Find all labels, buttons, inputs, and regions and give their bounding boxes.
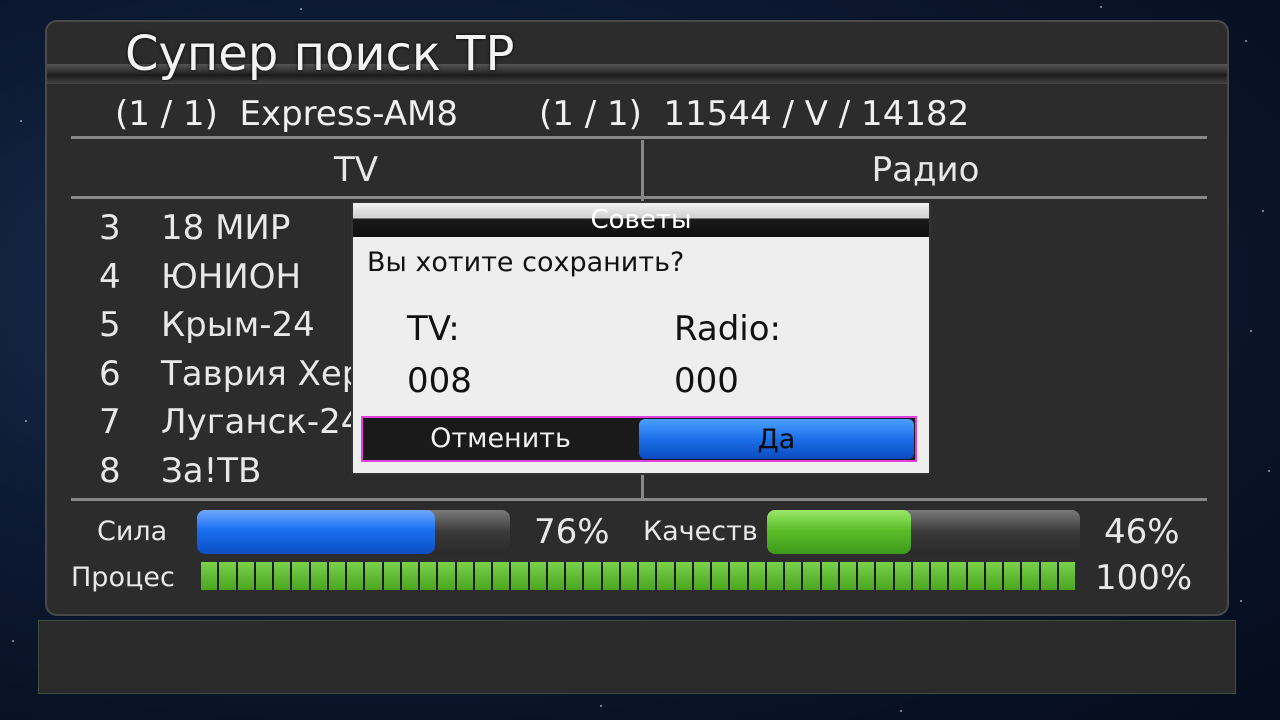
- strength-percent: 76%: [534, 512, 610, 552]
- progress-segment: [785, 562, 802, 590]
- channel-name: Крым-24: [161, 305, 315, 345]
- progress-segment: [511, 562, 528, 590]
- progress-segment: [675, 562, 692, 590]
- progress-segment: [1040, 562, 1057, 590]
- divider: [71, 196, 1207, 199]
- radio-count-label: Radio:: [674, 309, 781, 349]
- dialog-question: Вы хотите сохранить?: [367, 247, 685, 278]
- progress-segment: [438, 562, 455, 590]
- progress-segment: [912, 562, 929, 590]
- progress-segment: [1022, 562, 1039, 590]
- strength-label: Сила: [97, 516, 168, 547]
- dialog-button-row: Отменить Да: [361, 416, 917, 462]
- progress-segment: [602, 562, 619, 590]
- dialog-title: Советы: [353, 203, 929, 237]
- channel-number: 8: [99, 450, 121, 491]
- progress-segment: [584, 562, 601, 590]
- satellite-name: Express-AM8: [239, 94, 459, 134]
- progress-segment: [620, 562, 637, 590]
- progress-segment: [766, 562, 783, 590]
- progress-segment: [292, 562, 309, 590]
- save-dialog: Советы Вы хотите сохранить? TV: 008 Radi…: [351, 201, 931, 475]
- progress-segment: [401, 562, 418, 590]
- progress-segment: [985, 562, 1002, 590]
- channel-number: 5: [99, 305, 121, 345]
- progress-segment: [255, 562, 272, 590]
- transponder-params: 11544 / V / 14182: [663, 94, 970, 134]
- help-bar: [38, 620, 1236, 694]
- satellite-index: (1 / 1): [115, 94, 218, 134]
- channel-name: ЮНИОН: [161, 256, 302, 297]
- progress-segment: [347, 562, 364, 590]
- satellite-info: (1 / 1) Express-AM8: [115, 94, 458, 134]
- strength-bar-fill: [197, 510, 435, 554]
- transponder-index: (1 / 1): [539, 94, 642, 134]
- channel-number: 4: [99, 256, 121, 297]
- progress-segment: [931, 562, 948, 590]
- channel-name: За!ТВ: [161, 450, 262, 491]
- quality-percent: 46%: [1104, 512, 1180, 552]
- progress-segment: [365, 562, 382, 590]
- progress-segment: [237, 562, 254, 590]
- progress-segment: [967, 562, 984, 590]
- quality-label: Качеств: [643, 516, 758, 547]
- page-title: Супер поиск TP: [125, 26, 515, 82]
- tv-count-label: TV:: [407, 309, 460, 349]
- strength-bar: [197, 510, 510, 554]
- transponder-info: (1 / 1) 11544 / V / 14182: [539, 94, 969, 134]
- tv-column-header: TV: [333, 150, 379, 190]
- divider: [71, 136, 1207, 139]
- confirm-button[interactable]: Да: [639, 419, 914, 459]
- progress-segment: [657, 562, 674, 590]
- progress-segment: [420, 562, 437, 590]
- radio-column-header: Радио: [871, 150, 980, 190]
- progress-segment: [858, 562, 875, 590]
- channel-name: 18 МИР: [161, 208, 291, 248]
- progress-segment: [310, 562, 327, 590]
- progress-segment: [693, 562, 710, 590]
- progress-segment: [712, 562, 729, 590]
- progress-segment: [274, 562, 291, 590]
- progress-segment: [821, 562, 838, 590]
- progress-label: Процес: [71, 562, 175, 593]
- channel-number: 6: [99, 353, 121, 394]
- progress-segment: [639, 562, 656, 590]
- quality-bar-fill: [767, 510, 911, 554]
- progress-segment: [456, 562, 473, 590]
- progress-segment: [730, 562, 747, 590]
- channel-name: Луганск-24: [161, 402, 363, 442]
- progress-segment: [219, 562, 236, 590]
- progress-segment: [839, 562, 856, 590]
- progress-segment: [529, 562, 546, 590]
- radio-count-value: 000: [674, 361, 739, 401]
- progress-segment: [876, 562, 893, 590]
- progress-segment: [949, 562, 966, 590]
- cancel-button[interactable]: Отменить: [363, 418, 638, 460]
- progress-segment: [1004, 562, 1021, 590]
- progress-segment: [493, 562, 510, 590]
- progress-segment: [803, 562, 820, 590]
- progress-percent: 100%: [1095, 558, 1193, 598]
- progress-segment: [566, 562, 583, 590]
- quality-bar: [767, 510, 1080, 554]
- scan-progress-bar: [201, 562, 1075, 590]
- channel-number: 7: [99, 402, 121, 442]
- progress-segment: [201, 562, 218, 590]
- progress-segment: [1058, 562, 1075, 590]
- progress-segment: [748, 562, 765, 590]
- channel-number: 3: [99, 208, 121, 248]
- tv-count-value: 008: [407, 361, 472, 401]
- progress-segment: [474, 562, 491, 590]
- progress-segment: [894, 562, 911, 590]
- progress-segment: [328, 562, 345, 590]
- progress-segment: [383, 562, 400, 590]
- progress-segment: [547, 562, 564, 590]
